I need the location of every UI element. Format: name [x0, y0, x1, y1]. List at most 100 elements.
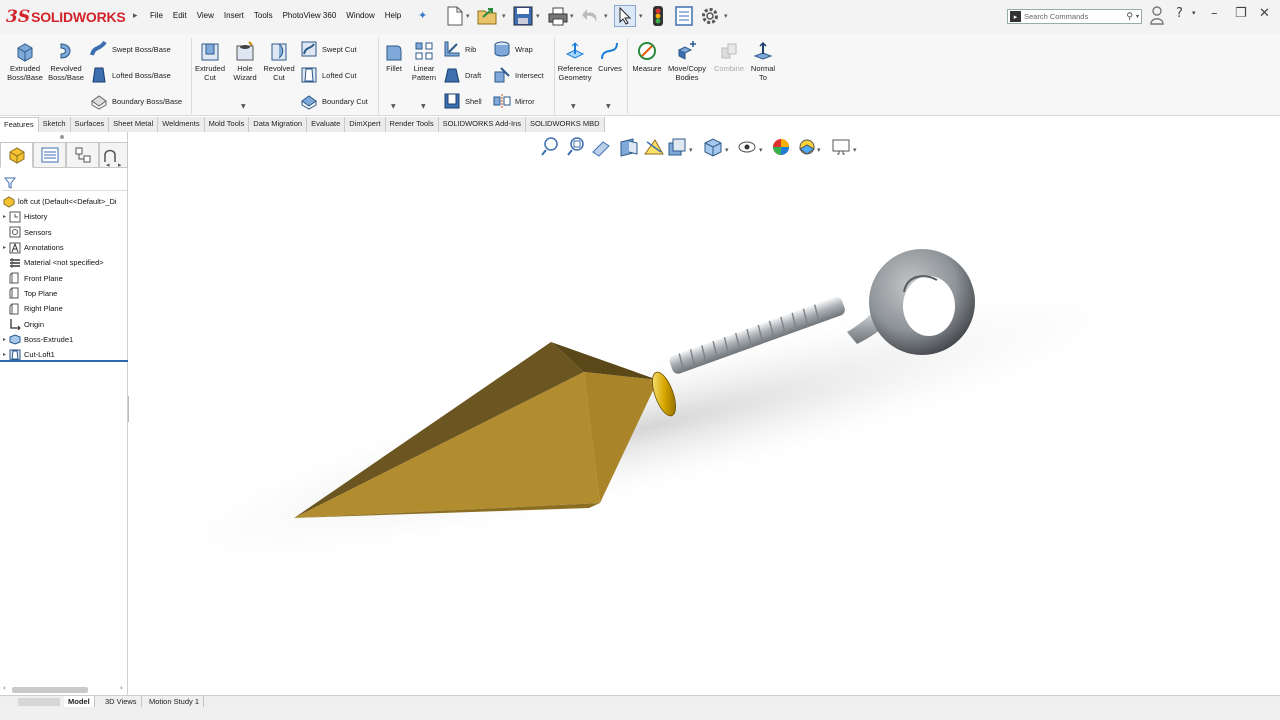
panel-splitter-handle[interactable] — [60, 135, 64, 139]
tab-dimxpert[interactable]: DimXpert — [345, 117, 386, 132]
solidworks-logo[interactable]: 3S SOLIDWORKS — [6, 6, 126, 28]
normal-to-button[interactable]: Normal To — [747, 40, 779, 82]
view-settings-dropdown-icon[interactable]: ▾ — [853, 146, 857, 154]
print-dropdown-icon[interactable]: ▾ — [570, 12, 574, 20]
rebuild-icon[interactable] — [652, 5, 664, 27]
scroll-right-icon[interactable]: › — [120, 684, 123, 692]
expand-arrow-icon[interactable]: ▸ — [0, 244, 9, 251]
tab-mold-tools[interactable]: Mold Tools — [204, 117, 250, 132]
reference-geometry-dropdown-icon[interactable]: ▼ — [571, 103, 576, 110]
tab-solidworks-addins[interactable]: SOLIDWORKS Add-Ins — [438, 117, 526, 132]
open-icon[interactable] — [477, 5, 499, 27]
tab-sketch[interactable]: Sketch — [38, 117, 71, 132]
swept-boss-button[interactable]: Swept Boss/Base — [90, 40, 171, 58]
menu-edit[interactable]: Edit — [173, 11, 187, 20]
tree-item-history[interactable]: ▸ History — [0, 209, 128, 224]
linear-pattern-button[interactable]: Linear Pattern — [409, 40, 439, 82]
tree-item-top-plane[interactable]: Top Plane — [0, 286, 128, 301]
user-account-icon[interactable] — [1150, 5, 1164, 29]
display-style-dropdown-icon[interactable]: ▾ — [725, 146, 729, 154]
scroll-left-icon[interactable]: ‹ — [3, 684, 6, 692]
close-icon[interactable]: ✕ — [1259, 6, 1270, 21]
revolved-cut-button[interactable]: Revolved Cut — [262, 40, 296, 82]
new-document-icon[interactable] — [447, 5, 463, 27]
draft-button[interactable]: Draft — [443, 66, 481, 84]
select-dropdown-icon[interactable]: ▾ — [639, 12, 643, 20]
tab-solidworks-mbd[interactable]: SOLIDWORKS MBD — [525, 117, 605, 132]
tab-navigation-arrows[interactable] — [18, 698, 60, 706]
expand-arrow-icon[interactable]: ▸ — [0, 213, 9, 220]
swept-cut-button[interactable]: Swept Cut — [300, 40, 357, 58]
expand-arrow-icon[interactable]: ▸ — [0, 336, 9, 343]
fillet-button[interactable]: Fillet — [381, 40, 407, 74]
tree-item-front-plane[interactable]: Front Plane — [0, 270, 128, 285]
view-settings-icon[interactable] — [832, 139, 850, 155]
options-gear-icon[interactable] — [700, 5, 720, 27]
minimize-icon[interactable]: – — [1211, 6, 1218, 21]
kunai-model[interactable] — [129, 132, 1280, 695]
hole-wizard-dropdown-icon[interactable]: ▼ — [241, 103, 246, 110]
curves-dropdown-icon[interactable]: ▼ — [606, 103, 611, 110]
menu-insert[interactable]: Insert — [224, 11, 244, 20]
extruded-cut-button[interactable]: Extruded Cut — [193, 40, 227, 82]
revolved-boss-button[interactable]: Revolved Boss/Base — [46, 40, 86, 82]
tab-scroll-right-icon[interactable]: ▸ — [118, 161, 122, 169]
menu-tools[interactable]: Tools — [254, 11, 273, 20]
expand-arrow-icon[interactable]: ▸ — [0, 351, 9, 358]
boundary-cut-button[interactable]: Boundary Cut — [300, 92, 368, 110]
menu-window[interactable]: Window — [346, 11, 374, 20]
restore-icon[interactable]: ❐ — [1235, 6, 1247, 21]
apply-scene-dropdown-icon[interactable]: ▾ — [817, 146, 821, 154]
tree-item-annotations[interactable]: ▸ Annotations — [0, 240, 128, 255]
rollback-bar[interactable] — [0, 360, 128, 362]
tree-item-right-plane[interactable]: Right Plane — [0, 301, 128, 316]
save-dropdown-icon[interactable]: ▾ — [536, 12, 540, 20]
tab-weldments[interactable]: Weldments — [158, 117, 205, 132]
hide-show-dropdown-icon[interactable]: ▾ — [759, 146, 763, 154]
property-manager-tab[interactable] — [33, 142, 66, 168]
section-view-icon[interactable] — [620, 138, 638, 157]
hole-wizard-button[interactable]: Hole Wizard — [229, 40, 261, 82]
fillet-dropdown-icon[interactable]: ▼ — [391, 103, 396, 110]
measure-button[interactable]: Measure — [629, 40, 665, 74]
mirror-button[interactable]: Mirror — [493, 92, 535, 110]
intersect-button[interactable]: Intersect — [493, 66, 544, 84]
rib-button[interactable]: Rib — [443, 40, 476, 58]
scrollbar-thumb[interactable] — [12, 687, 88, 693]
menu-help[interactable]: Help — [385, 11, 401, 20]
help-icon[interactable]: ? — [1176, 6, 1183, 21]
menu-view[interactable]: View — [197, 11, 214, 20]
tab-data-migration[interactable]: Data Migration — [249, 117, 308, 132]
open-dropdown-icon[interactable]: ▾ — [502, 12, 506, 20]
tab-features[interactable]: Features — [0, 117, 39, 132]
tree-item-boss-extrude1[interactable]: ▸ Boss-Extrude1 — [0, 332, 128, 347]
view-orientation-dropdown-icon[interactable]: ▾ — [689, 146, 693, 154]
tree-item-material[interactable]: Material <not specified> — [0, 255, 128, 270]
tree-item-sensors[interactable]: Sensors — [0, 225, 128, 240]
print-icon[interactable] — [548, 5, 568, 27]
tab-render-tools[interactable]: Render Tools — [385, 117, 439, 132]
dimxpert-manager-tab[interactable] — [99, 142, 128, 168]
display-style-icon[interactable] — [704, 138, 722, 157]
lofted-cut-button[interactable]: Lofted Cut — [300, 66, 357, 84]
previous-view-icon[interactable] — [592, 141, 610, 157]
combine-button[interactable]: Combine — [711, 40, 747, 74]
select-icon[interactable] — [614, 5, 636, 27]
graphics-area[interactable]: ▾ ▾ ▾ ▾ ▾ — [129, 132, 1280, 695]
wrap-button[interactable]: Wrap — [493, 40, 533, 58]
save-icon[interactable] — [513, 5, 533, 27]
tree-root-part[interactable]: loft cut (Default<<Default>_Di — [0, 194, 128, 209]
configuration-manager-tab[interactable] — [66, 142, 99, 168]
tab-scroll-left-icon[interactable]: ◂ — [106, 161, 110, 169]
menu-file[interactable]: File — [150, 11, 163, 20]
logo-arrow-icon[interactable]: ▸ — [133, 11, 138, 21]
options-dropdown-icon[interactable]: ▾ — [724, 12, 728, 20]
pattern-dropdown-icon[interactable]: ▼ — [421, 103, 426, 110]
dynamic-annotation-icon[interactable] — [644, 139, 664, 155]
zoom-to-area-icon[interactable] — [567, 137, 584, 156]
zoom-to-fit-icon[interactable] — [541, 137, 558, 156]
reference-geometry-button[interactable]: Reference Geometry — [556, 40, 594, 82]
curves-button[interactable]: Curves — [596, 40, 624, 74]
pin-icon[interactable]: ✦ — [418, 9, 427, 22]
undo-icon[interactable] — [581, 5, 601, 27]
